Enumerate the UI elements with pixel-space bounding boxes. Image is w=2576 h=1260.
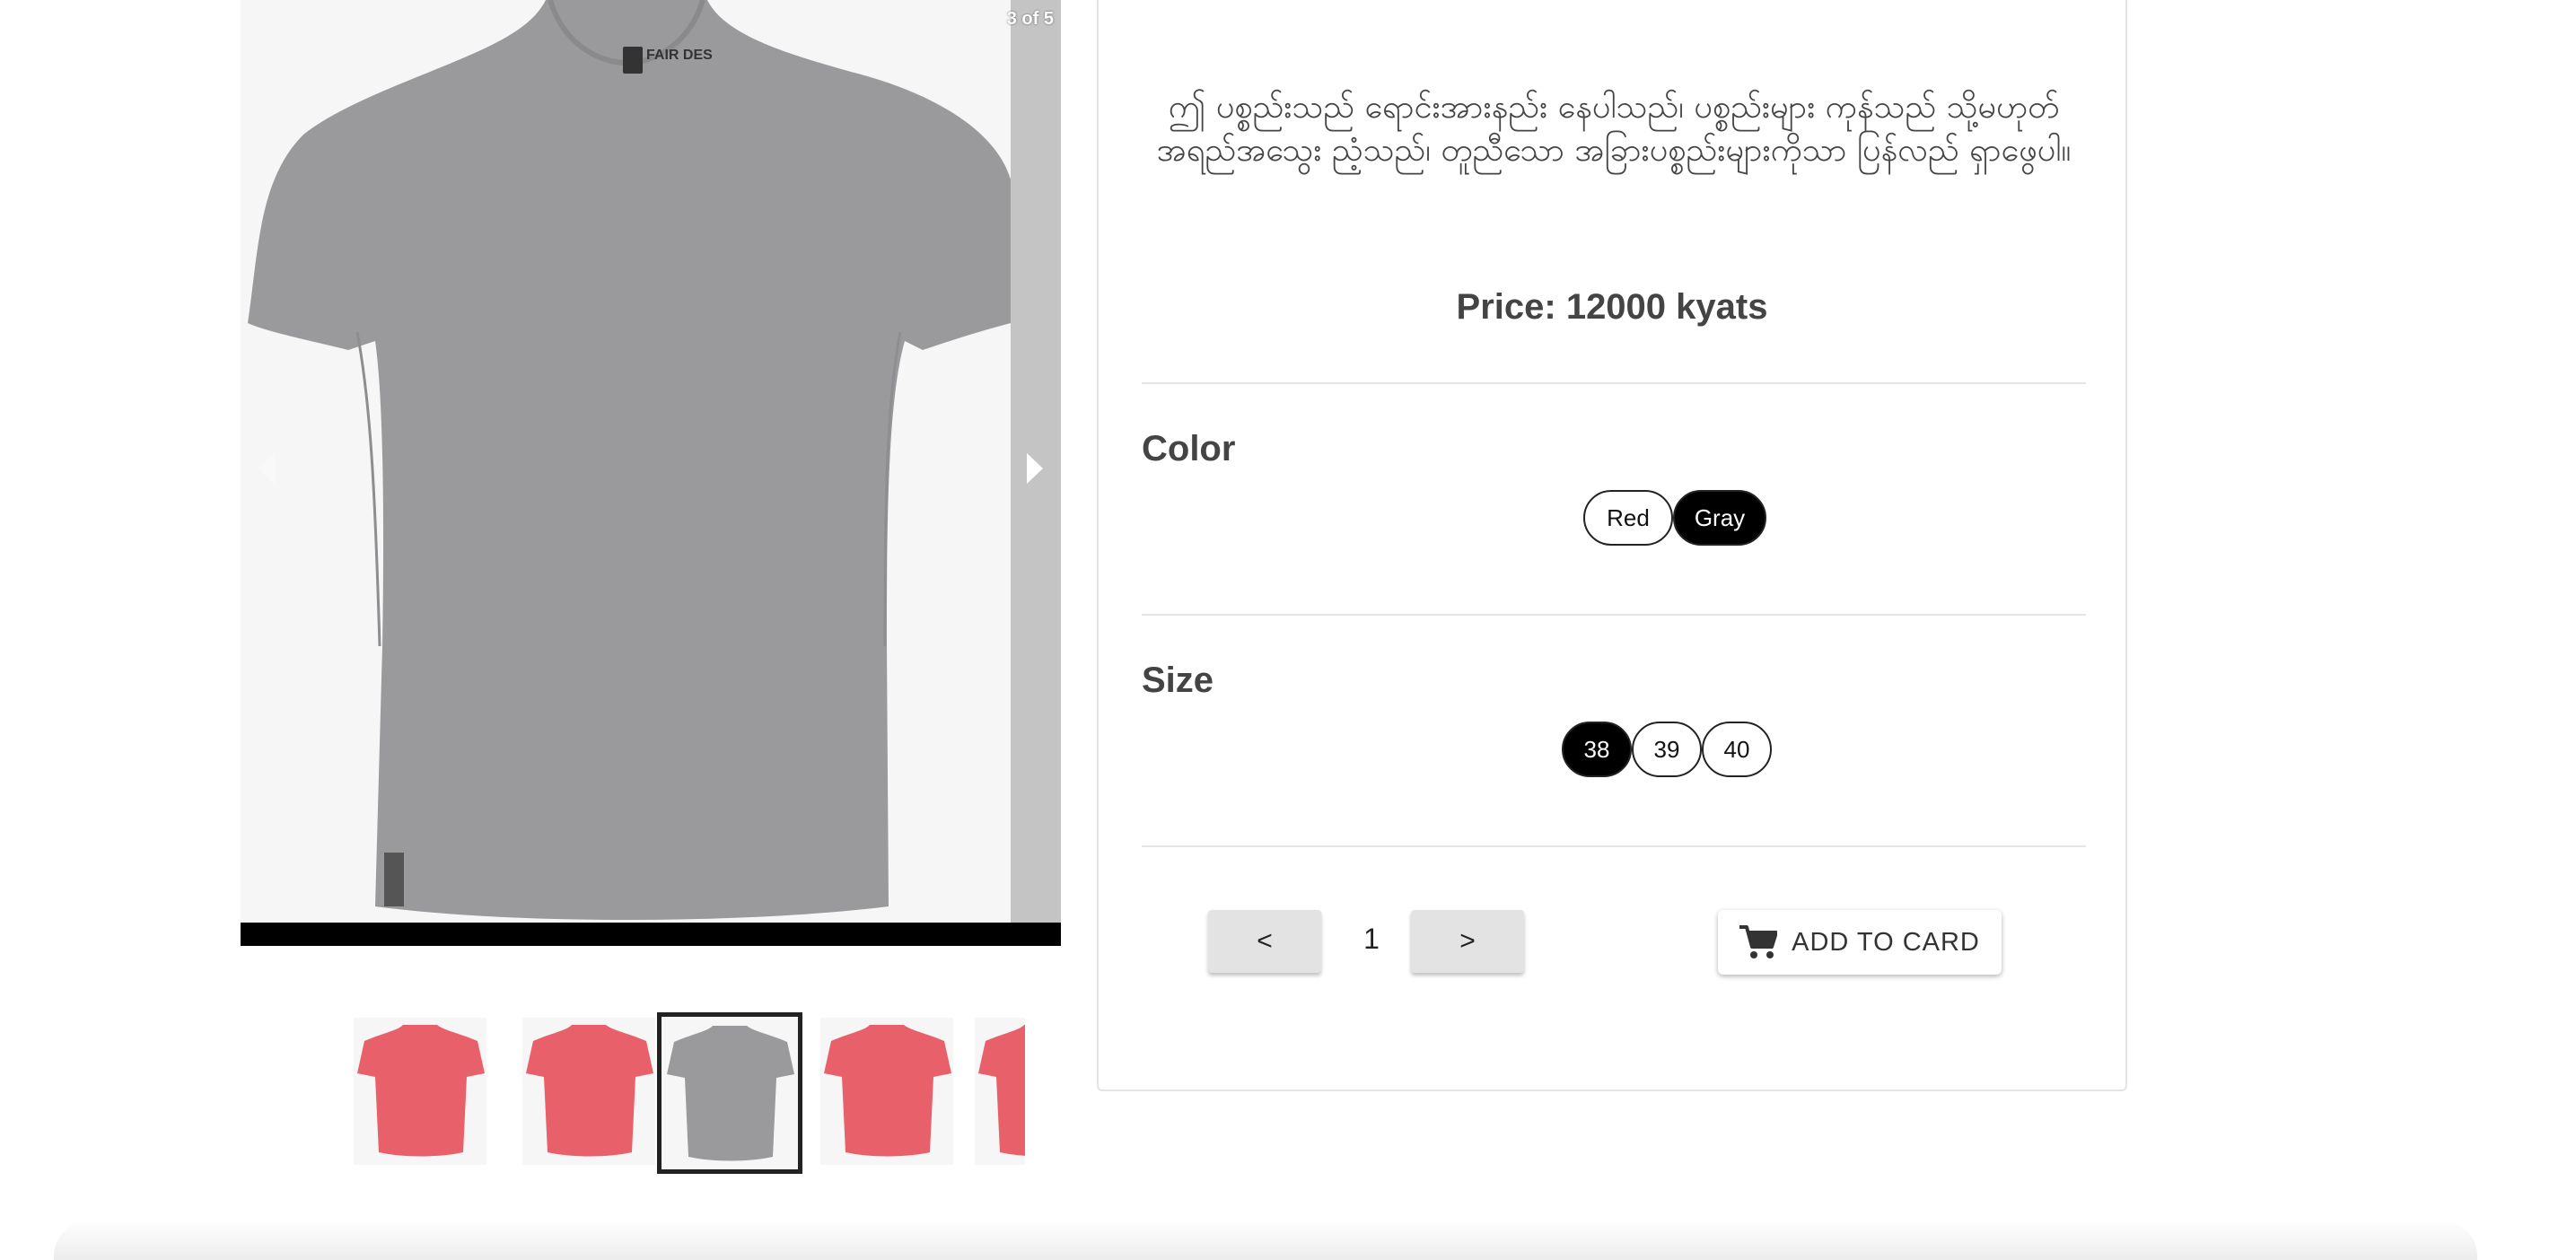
chevron-right-icon	[1027, 453, 1043, 484]
size-section-title: Size	[1142, 661, 1214, 700]
divider	[1142, 382, 2086, 384]
red-tshirt-thumbnail	[357, 1025, 485, 1157]
add-to-cart-label: ADD TO CARD	[1792, 927, 1980, 957]
thumbnail-3[interactable]	[657, 1012, 802, 1174]
product-page: FAIR DES 3 of 5 ဤ ပစ္စည်းသည် ရောင်းအားနည…	[0, 0, 2576, 1260]
size-option-39[interactable]: 39	[1632, 722, 1702, 777]
add-to-cart-button[interactable]: ADD TO CARD	[1718, 910, 2002, 975]
quantity-decrement-button[interactable]: <	[1208, 910, 1321, 973]
size-option-40[interactable]: 40	[1702, 722, 1772, 777]
thumbnail-2[interactable]	[522, 1018, 655, 1165]
divider	[1142, 845, 2086, 847]
thumbnail-4[interactable]	[820, 1018, 953, 1165]
red-tshirt-thumbnail	[824, 1025, 951, 1157]
product-image-carousel: FAIR DES 3 of 5	[241, 0, 1061, 946]
carousel-prev-button[interactable]	[250, 451, 285, 486]
shopping-cart-icon	[1739, 925, 1778, 958]
svg-text:FAIR DES: FAIR DES	[646, 48, 713, 63]
color-option-red[interactable]: Red	[1583, 490, 1673, 546]
color-options: Red Gray	[1583, 490, 1766, 546]
product-description: ဤ ပစ္စည်းသည် ရောင်းအားနည်း နေပါသည်၊ ပစ္စ…	[1156, 89, 2072, 169]
thumbnail-5[interactable]	[975, 1018, 1025, 1165]
size-options: 38 39 40	[1562, 722, 1772, 777]
carousel-next-button[interactable]	[1016, 451, 1052, 486]
quantity-increment-button[interactable]: >	[1411, 910, 1524, 973]
chevron-left-icon	[258, 453, 275, 484]
slide-counter: 3 of 5	[1006, 9, 1054, 29]
carousel-bottom-bar	[241, 923, 1061, 946]
color-option-gray[interactable]: Gray	[1673, 490, 1766, 546]
thumbnail-strip	[354, 1012, 1025, 1174]
red-tshirt-thumbnail	[978, 1025, 1025, 1156]
red-tshirt-thumbnail	[526, 1025, 653, 1157]
color-section-title: Color	[1142, 429, 1236, 468]
quantity-value: 1	[1363, 923, 1380, 955]
product-price: Price: 12000 kyats	[1456, 287, 1768, 327]
thumbnail-1[interactable]	[354, 1018, 486, 1165]
divider	[1142, 614, 2086, 616]
product-detail-card: ဤ ပစ္စည်းသည် ရောင်းအားနည်း နေပါသည်၊ ပစ္စ…	[1097, 0, 2127, 1091]
gray-tshirt-image: FAIR DES	[248, 0, 1011, 920]
size-option-38[interactable]: 38	[1562, 722, 1632, 777]
gray-tshirt-thumbnail	[667, 1026, 794, 1161]
main-product-image: FAIR DES	[241, 0, 1011, 923]
footer-shadow	[54, 1221, 2477, 1260]
